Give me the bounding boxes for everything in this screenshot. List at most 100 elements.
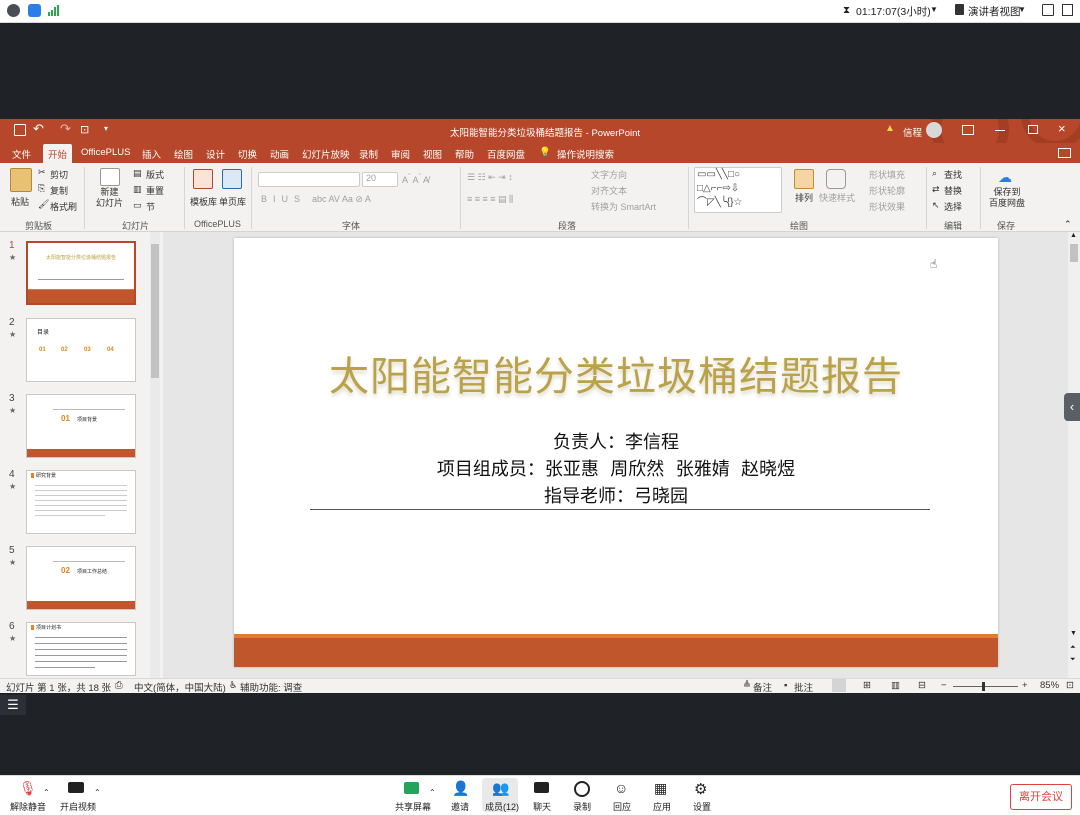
slide-advisor[interactable]: 指导老师：弓晓园: [234, 482, 998, 508]
thumb-slide-6[interactable]: 项目计划书: [26, 622, 136, 676]
info-icon[interactable]: [7, 4, 20, 17]
thumb-scrollbar[interactable]: [150, 232, 160, 678]
chevron-up-icon[interactable]: ⌃: [43, 788, 50, 797]
tab-baidu[interactable]: 百度网盘: [487, 147, 525, 161]
fullscreen-icon[interactable]: [1042, 4, 1054, 16]
tab-animations[interactable]: 动画: [270, 147, 289, 161]
cut-button[interactable]: 剪切: [50, 168, 68, 181]
thumb-slide-1[interactable]: 太阳能智能分类垃圾桶结题报告: [26, 241, 136, 305]
user-name[interactable]: 信程: [903, 125, 922, 139]
present-icon[interactable]: ⊡: [80, 123, 89, 136]
tab-view[interactable]: 视图: [423, 147, 442, 161]
smartart-button[interactable]: 转换为 SmartArt: [591, 200, 656, 213]
chat-icon[interactable]: [534, 782, 549, 793]
tab-file[interactable]: 文件: [12, 147, 31, 161]
zoom-slider-thumb[interactable]: [982, 682, 985, 691]
tab-officeplus[interactable]: OfficePLUS: [81, 147, 130, 158]
tab-insert[interactable]: 插入: [142, 147, 161, 161]
reset-button[interactable]: 重置: [146, 184, 164, 197]
chevron-up-icon[interactable]: ⌃: [429, 788, 436, 797]
paste-icon[interactable]: [10, 168, 32, 192]
copy-button[interactable]: 复制: [50, 184, 68, 197]
comments-button[interactable]: 批注: [794, 680, 813, 693]
shape-outline-button[interactable]: 形状轮廓: [869, 184, 905, 197]
spellcheck-icon[interactable]: ⎙: [115, 680, 123, 691]
minimize-icon[interactable]: [995, 130, 1005, 131]
restore-icon[interactable]: [1028, 125, 1038, 134]
tab-home[interactable]: 开始: [43, 144, 73, 165]
slide-members[interactable]: 项目组成员：张亚惠 周欣然 张雅婧 赵晓煜: [234, 455, 998, 481]
notes-button[interactable]: 备注: [753, 680, 772, 693]
chat-button[interactable]: 聊天: [533, 800, 551, 813]
settings-button[interactable]: 设置: [693, 800, 711, 813]
template-lib-icon[interactable]: [193, 169, 213, 189]
scroll-up-icon[interactable]: ▲: [1070, 232, 1077, 239]
zoom-in-icon[interactable]: +: [1022, 680, 1028, 691]
tell-me-search[interactable]: 操作说明搜索: [557, 147, 614, 161]
single-page-lib-icon[interactable]: [222, 169, 242, 189]
side-panel-toggle[interactable]: ‹: [1064, 393, 1080, 421]
scroll-handle[interactable]: [1070, 244, 1078, 262]
unmute-button[interactable]: 解除静音: [10, 800, 46, 813]
baidu-cloud-icon[interactable]: ☁: [998, 169, 1012, 186]
find-button[interactable]: 查找: [944, 168, 962, 181]
shape-effects-button[interactable]: 形状效果: [869, 200, 905, 213]
chevron-down-icon[interactable]: ▼: [1018, 5, 1026, 14]
align-text-button[interactable]: 对齐文本: [591, 184, 627, 197]
accessibility-status[interactable]: 辅助功能: 调查: [240, 680, 302, 693]
zoom-level[interactable]: 85%: [1040, 680, 1059, 691]
thumb-slide-5[interactable]: 02 项目工作总结: [26, 546, 136, 610]
customize-qat-icon[interactable]: ▾: [104, 124, 108, 133]
new-slide-icon[interactable]: [100, 168, 120, 186]
thumb-slide-2[interactable]: 目录 01 02 03 04: [26, 318, 136, 382]
thumb-slide-3[interactable]: 01 项目背景: [26, 394, 136, 458]
layout-button[interactable]: 版式: [146, 168, 164, 181]
template-lib-button[interactable]: 模板库: [190, 195, 217, 208]
record-button[interactable]: 录制: [573, 800, 591, 813]
thumb-scroll-handle[interactable]: [151, 244, 159, 378]
slide-scrollbar[interactable]: ▲ ▼ ⏶ ⏷: [1068, 232, 1080, 678]
ribbon-display-icon[interactable]: [962, 125, 974, 135]
save-baidu-button[interactable]: 保存到 百度网盘: [989, 187, 1025, 209]
next-slide-icon[interactable]: ⏷: [1070, 656, 1076, 664]
invite-icon[interactable]: 👤: [452, 780, 469, 796]
record-icon[interactable]: [574, 781, 590, 797]
apps-icon[interactable]: ▦: [654, 780, 670, 796]
mic-muted-icon[interactable]: 🎙: [19, 780, 37, 796]
new-slide-button[interactable]: 新建 幻灯片: [96, 187, 123, 209]
undo-icon[interactable]: ↶: [33, 121, 44, 137]
close-icon[interactable]: ×: [1058, 121, 1066, 136]
scroll-down-icon[interactable]: ▼: [1070, 630, 1077, 637]
view-mode-select[interactable]: 演讲者视图: [968, 4, 1021, 19]
members-icon[interactable]: 👥: [492, 780, 509, 796]
current-slide[interactable]: 太阳能智能分类垃圾桶结题报告 负责人：李信程 项目组成员：张亚惠 周欣然 张雅婧…: [234, 238, 998, 667]
slide-title[interactable]: 太阳能智能分类垃圾桶结题报告: [234, 344, 998, 402]
slide-sorter-icon[interactable]: ⊞: [863, 680, 871, 691]
presenter-view-icon[interactable]: [955, 4, 964, 15]
font-name-field[interactable]: [258, 172, 360, 187]
collapse-ribbon-icon[interactable]: ⌃: [1064, 219, 1072, 230]
tab-design[interactable]: 设计: [206, 147, 225, 161]
select-button[interactable]: 选择: [944, 200, 962, 213]
leave-meeting-button[interactable]: 离开会议: [1010, 784, 1072, 810]
zoom-slider[interactable]: [953, 686, 1018, 687]
avatar[interactable]: [926, 122, 942, 138]
text-direction-button[interactable]: 文字方向: [591, 168, 627, 181]
settings-gear-icon[interactable]: ⚙: [694, 780, 710, 798]
quick-styles-icon[interactable]: [826, 169, 846, 189]
normal-view-icon[interactable]: [832, 679, 846, 692]
format-painter-button[interactable]: 格式刷: [50, 200, 77, 213]
thumb-slide-4[interactable]: 研究背景: [26, 470, 136, 534]
section-button[interactable]: 节: [146, 200, 155, 213]
replace-button[interactable]: 替换: [944, 184, 962, 197]
tab-help[interactable]: 帮助: [455, 147, 474, 161]
reaction-button[interactable]: 回应: [613, 800, 631, 813]
arrange-button[interactable]: 排列: [795, 191, 813, 204]
apps-button[interactable]: 应用: [653, 800, 671, 813]
shapes-gallery[interactable]: ▭▭╲╲□○ □△⌐⌐⇨⇩ ⌒◸╲╰{}☆: [694, 167, 782, 213]
reaction-icon[interactable]: ☺: [614, 780, 630, 796]
slide-presenter[interactable]: 负责人：李信程: [234, 428, 998, 454]
window-layout-icon[interactable]: [1062, 4, 1073, 16]
camera-off-icon[interactable]: [68, 782, 84, 793]
reading-view-icon[interactable]: ▥: [891, 680, 900, 691]
